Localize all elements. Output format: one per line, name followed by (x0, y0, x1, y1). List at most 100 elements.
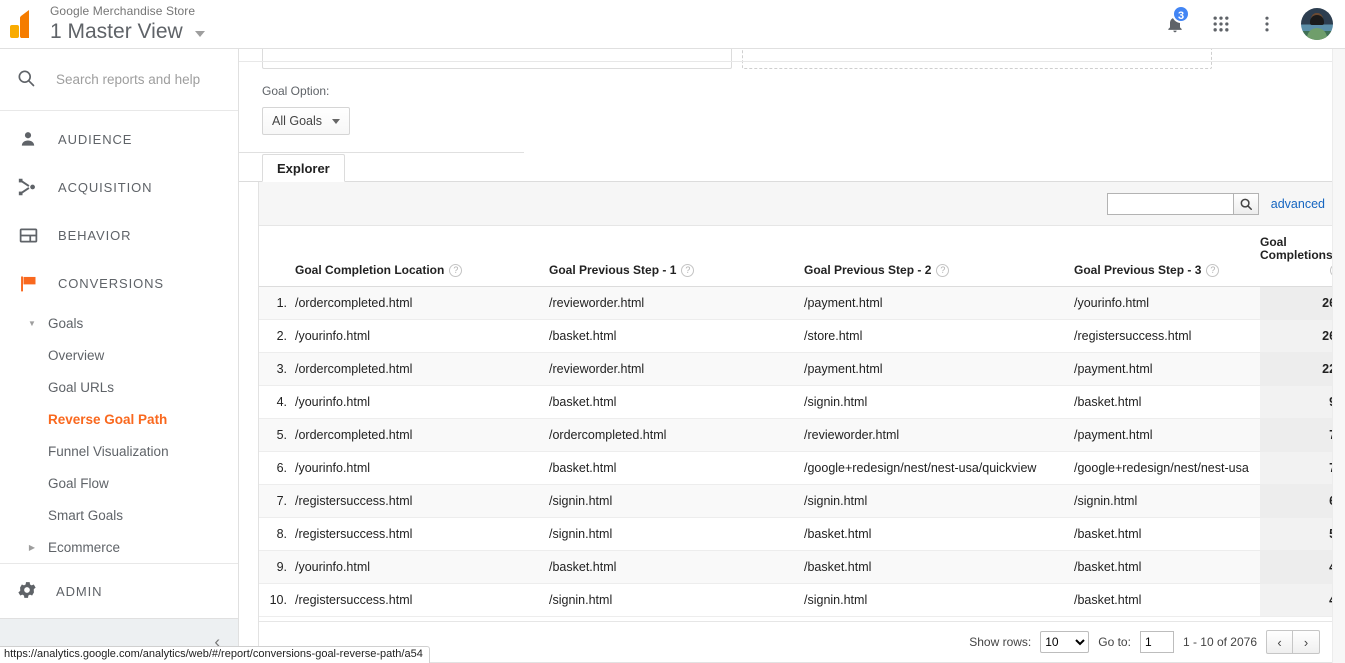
cell-goal-previous-step-3[interactable]: /signin.html (1074, 484, 1260, 518)
sidebar-search[interactable] (0, 49, 238, 111)
col-goal-completion-location[interactable]: Goal Completion Location ? (295, 226, 549, 287)
next-page-button[interactable]: › (1293, 630, 1320, 654)
cell-goal-previous-step-2[interactable]: /signin.html (804, 385, 1074, 419)
notifications-bell-icon[interactable]: 3 (1163, 5, 1191, 36)
cell-goal-previous-step-3[interactable]: /basket.html (1074, 583, 1260, 617)
chevron-down-icon[interactable] (194, 30, 205, 37)
cell-goal-previous-step-2[interactable]: /signin.html (804, 484, 1074, 518)
cell-goal-previous-step-3[interactable]: /basket.html (1074, 517, 1260, 551)
cell-goal-previous-step-2[interactable]: /signin.html (804, 583, 1074, 617)
table-row[interactable]: 6./yourinfo.html/basket.html/google+rede… (259, 451, 1345, 485)
google-analytics-logo[interactable] (0, 0, 48, 49)
table-search-button[interactable] (1232, 192, 1259, 215)
cell-goal-completion-location[interactable]: /yourinfo.html (295, 319, 549, 353)
cell-goal-previous-step-1[interactable]: /basket.html (549, 319, 804, 353)
top-bar: Google Merchandise Store 1 Master View 3 (0, 0, 1345, 49)
search-input[interactable] (54, 71, 214, 88)
sidebar-item-conversions[interactable]: CONVERSIONS (0, 259, 238, 307)
sidebar-item-ecommerce[interactable]: ▶ Ecommerce (0, 531, 238, 563)
table-row[interactable]: 5./ordercompleted.html/ordercompleted.ht… (259, 418, 1345, 452)
sidebar-item-smart-goals[interactable]: Smart Goals (0, 499, 238, 531)
prev-page-button[interactable]: ‹ (1266, 630, 1293, 654)
cell-goal-completion-location[interactable]: /registersuccess.html (295, 583, 549, 617)
cell-goal-previous-step-1[interactable]: /basket.html (549, 385, 804, 419)
table-row[interactable]: 3./ordercompleted.html/revieworder.html /… (259, 352, 1345, 386)
table-row[interactable]: 7./registersuccess.html/signin.html/sign… (259, 484, 1345, 518)
help-icon[interactable]: ? (936, 263, 950, 277)
sidebar-item-acquisition[interactable]: ACQUISITION (0, 163, 238, 211)
cell-goal-previous-step-2[interactable]: /google+redesign/nest/nest-usa/quickview (804, 451, 1074, 485)
help-icon[interactable]: ? (681, 263, 695, 277)
table-row[interactable]: 10./registersuccess.html/signin.html/sig… (259, 583, 1345, 617)
table-row[interactable]: 8./registersuccess.html/signin.html/bask… (259, 517, 1345, 551)
advanced-link[interactable]: advanced (1271, 197, 1325, 211)
cell-goal-previous-step-2[interactable]: /revieworder.html (804, 418, 1074, 452)
cell-goal-completion-location[interactable]: /ordercompleted.html (295, 286, 549, 320)
table-row[interactable]: 9./yourinfo.html/basket.html/basket.html… (259, 550, 1345, 584)
col-goal-previous-step-3[interactable]: Goal Previous Step - 3 ? (1074, 226, 1260, 287)
reverse-goal-path-table: Goal Completion Location ? Goal Previous… (259, 226, 1345, 617)
cell-goal-previous-step-3[interactable]: /payment.html (1074, 352, 1260, 386)
cell-goal-completion-location[interactable]: /registersuccess.html (295, 484, 549, 518)
sidebar-item-goal-flow[interactable]: Goal Flow (0, 467, 238, 499)
sidebar-item-goals[interactable]: ▼ Goals (0, 307, 238, 339)
rows-per-page-select[interactable]: 10255010025050010005000 (1040, 631, 1090, 653)
cell-goal-previous-step-3[interactable]: /basket.html (1074, 550, 1260, 584)
browser-status-bar: https://analytics.google.com/analytics/w… (0, 646, 430, 663)
page-scrollbar[interactable] (1332, 49, 1345, 663)
col-label: Goal Completion Location (295, 263, 445, 277)
sidebar-item-overview[interactable]: Overview (0, 339, 238, 371)
account-view-block[interactable]: Google Merchandise Store 1 Master View (48, 4, 205, 45)
cell-goal-previous-step-3[interactable]: /registersuccess.html (1074, 319, 1260, 353)
tab-explorer[interactable]: Explorer (262, 154, 345, 182)
sidebar-item-reverse-goal-path[interactable]: Reverse Goal Path (0, 403, 238, 435)
cell-goal-previous-step-2[interactable]: /payment.html (804, 286, 1074, 320)
table-row[interactable]: 2./yourinfo.html/basket.html/store.html /… (259, 319, 1345, 353)
col-goal-previous-step-1[interactable]: Goal Previous Step - 1 ? (549, 226, 804, 287)
cell-goal-previous-step-1[interactable]: /basket.html (549, 550, 804, 584)
cell-goal-completion-location[interactable]: /yourinfo.html (295, 550, 549, 584)
sidebar-item-goal-urls[interactable]: Goal URLs (0, 371, 238, 403)
goal-option-value: All Goals (272, 114, 323, 128)
cell-goal-previous-step-3[interactable]: /basket.html (1074, 385, 1260, 419)
cell-goal-previous-step-3[interactable]: /yourinfo.html (1074, 286, 1260, 320)
cell-goal-completion-location[interactable]: /yourinfo.html (295, 385, 549, 419)
goto-label: Go to: (1098, 635, 1131, 649)
cell-goal-previous-step-1[interactable]: /basket.html (549, 451, 804, 485)
cell-goal-previous-step-2[interactable]: /payment.html (804, 352, 1074, 386)
sidebar-label: Smart Goals (48, 507, 124, 523)
cell-goal-previous-step-2[interactable]: /basket.html (804, 550, 1074, 584)
cell-goal-previous-step-2[interactable]: /store.html (804, 319, 1074, 353)
add-segment-box[interactable] (742, 49, 1212, 69)
help-icon[interactable]: ? (1206, 263, 1220, 277)
sidebar-item-funnel-visualization[interactable]: Funnel Visualization (0, 435, 238, 467)
help-icon[interactable]: ? (449, 263, 463, 277)
table-row[interactable]: 4./yourinfo.html/basket.html/signin.html… (259, 385, 1345, 419)
cell-goal-previous-step-1[interactable]: /ordercompleted.html (549, 418, 804, 452)
sidebar-item-admin[interactable]: ADMIN (0, 563, 238, 618)
cell-goal-previous-step-1[interactable]: /signin.html (549, 517, 804, 551)
cell-goal-previous-step-2[interactable]: /basket.html (804, 517, 1074, 551)
col-goal-previous-step-2[interactable]: Goal Previous Step - 2 ? (804, 226, 1074, 287)
table-row[interactable]: 1./ordercompleted.html/revieworder.html /… (259, 286, 1345, 320)
cell-goal-previous-step-1[interactable]: /revieworder.html (549, 352, 804, 386)
cell-goal-completion-location[interactable]: /registersuccess.html (295, 517, 549, 551)
apps-grid-icon[interactable] (1209, 12, 1233, 36)
table-search[interactable] (1106, 192, 1259, 215)
sidebar-item-behavior[interactable]: BEHAVIOR (0, 211, 238, 259)
segment-all-users[interactable] (262, 49, 732, 69)
cell-goal-completion-location[interactable]: /ordercompleted.html (295, 352, 549, 386)
user-avatar[interactable] (1301, 8, 1333, 40)
table-search-input[interactable] (1106, 192, 1233, 215)
goto-page-input[interactable] (1139, 631, 1174, 653)
cell-goal-previous-step-1[interactable]: /signin.html (549, 583, 804, 617)
cell-goal-completion-location[interactable]: /yourinfo.html (295, 451, 549, 485)
more-vertical-icon[interactable] (1255, 12, 1279, 36)
cell-goal-previous-step-3[interactable]: /google+redesign/nest/nest-usa (1074, 451, 1260, 485)
goal-option-select[interactable]: All Goals (262, 107, 351, 135)
cell-goal-previous-step-1[interactable]: /signin.html (549, 484, 804, 518)
cell-goal-previous-step-1[interactable]: /revieworder.html (549, 286, 804, 320)
cell-goal-completion-location[interactable]: /ordercompleted.html (295, 418, 549, 452)
sidebar-item-audience[interactable]: AUDIENCE (0, 115, 238, 163)
cell-goal-previous-step-3[interactable]: /payment.html (1074, 418, 1260, 452)
